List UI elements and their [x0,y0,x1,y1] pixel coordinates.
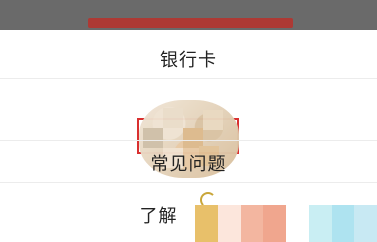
divider [0,140,377,141]
mosaic-tile [308,205,332,242]
underlying-red-bar [88,18,293,28]
option-faq[interactable]: 常见问题 [0,150,377,176]
mosaic-tile [263,205,286,242]
option-bank-card[interactable]: 银行卡 [0,46,377,72]
mosaic-tile [240,205,264,242]
mosaic-tile [354,205,377,242]
dimmed-backdrop[interactable] [0,0,377,30]
mosaic-tile [195,205,218,242]
mosaic-tile [217,205,241,242]
mosaic-cell [203,110,223,130]
mosaic-cell [143,128,163,148]
mosaic-tile [286,205,309,242]
mosaic-tile [331,205,355,242]
bottom-mosaic [195,205,377,242]
app-screen: 银行卡 常见问题 了解 [0,0,377,242]
mosaic-cell [163,108,183,128]
mosaic-cell [183,128,203,148]
divider [0,182,377,183]
divider [0,78,377,79]
